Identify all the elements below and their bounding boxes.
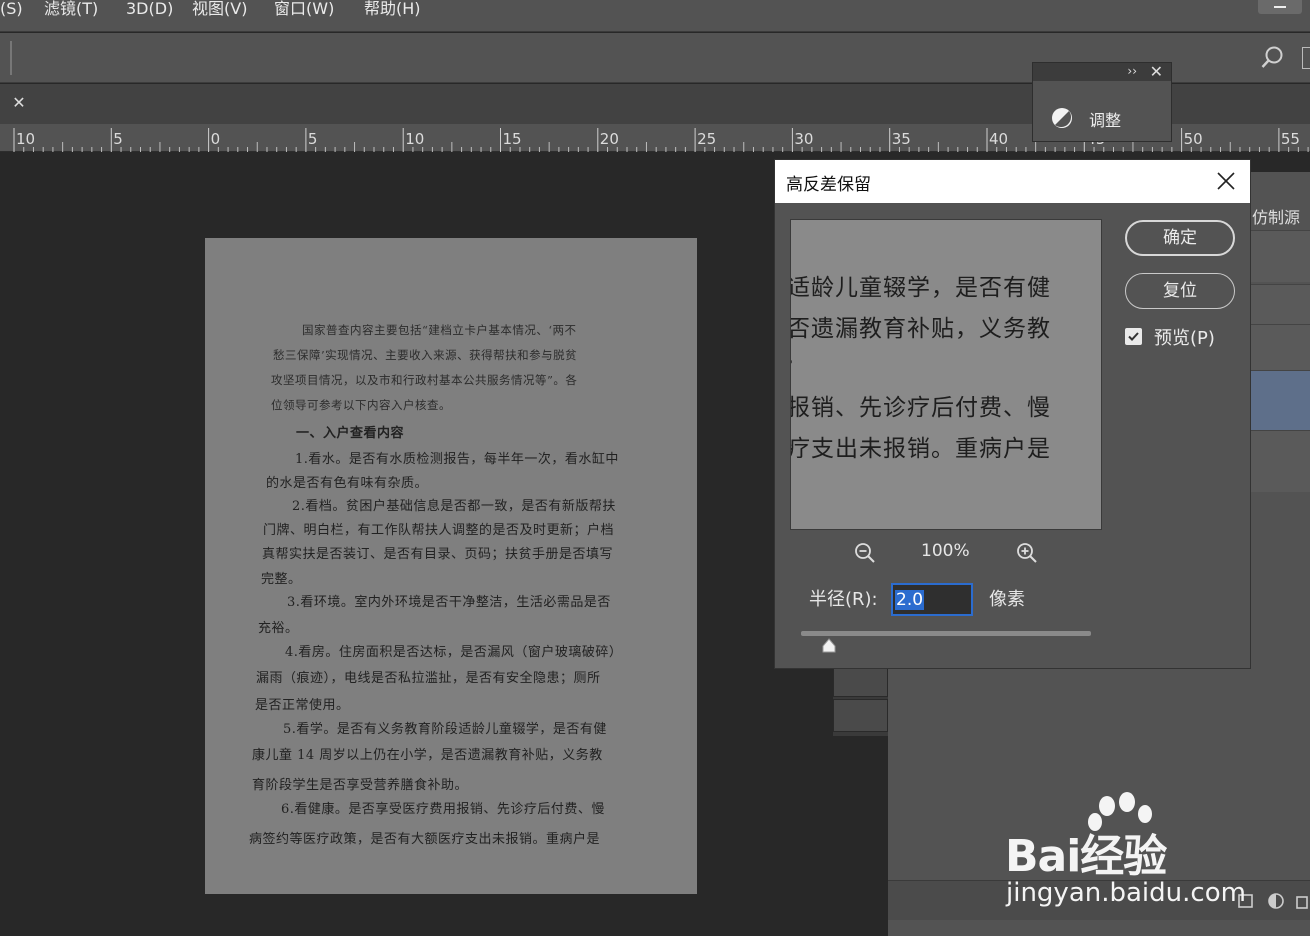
ruler-label: 50 bbox=[1184, 130, 1203, 148]
doc-line: 位领导可参考以下内容入户核查。 bbox=[271, 398, 451, 412]
doc-line: 门牌、明白栏，有工作队帮扶人调整的是否及时更新；户档 bbox=[263, 523, 615, 538]
preview-line: 否遗漏教育补贴，义务教 bbox=[790, 316, 1051, 342]
preview-line: 报销、先诊疗后付费、慢 bbox=[790, 395, 1051, 421]
panel-titlebar[interactable]: ›› ✕ bbox=[1033, 62, 1171, 81]
menu-3d[interactable]: 3D(D) bbox=[126, 0, 173, 18]
doc-line: 是否正常使用。 bbox=[255, 698, 350, 713]
ok-button[interactable]: 确定 bbox=[1125, 220, 1235, 256]
options-grip[interactable] bbox=[10, 41, 12, 75]
ruler-label: 15 bbox=[503, 130, 522, 148]
menu-bar: (S) 滤镜(T) 3D(D) 视图(V) 窗口(W) 帮助(H) bbox=[0, 0, 1310, 32]
radius-value: 2.0 bbox=[895, 590, 925, 610]
ruler-label: 30 bbox=[794, 130, 813, 148]
menu-help[interactable]: 帮助(H) bbox=[364, 0, 421, 18]
menu-select[interactable]: (S) bbox=[0, 0, 23, 18]
preview-line: 适龄儿童辍学，是否有健 bbox=[790, 275, 1051, 301]
zoom-percent: 100% bbox=[921, 541, 970, 561]
panel-row[interactable] bbox=[1250, 324, 1310, 370]
adjustments-label[interactable]: 调整 bbox=[1089, 107, 1121, 131]
dialog-title: 高反差保留 bbox=[786, 175, 871, 195]
panel-row[interactable] bbox=[1250, 230, 1310, 282]
radius-slider[interactable] bbox=[801, 631, 1091, 636]
search-icon[interactable] bbox=[1260, 45, 1286, 71]
doc-heading: 一、入户查看内容 bbox=[296, 426, 405, 441]
ruler-label: 20 bbox=[600, 130, 619, 148]
ruler-label: 0 bbox=[211, 130, 221, 148]
clone-source-tab[interactable]: 仿制源 bbox=[1252, 204, 1300, 228]
close-icon[interactable] bbox=[1215, 170, 1237, 192]
doc-line: 5.看学。是否有义务教育阶段适龄儿童辍学，是否有健 bbox=[283, 722, 607, 737]
adjustment-icon[interactable] bbox=[1051, 107, 1073, 129]
zoom-in-icon[interactable] bbox=[1015, 541, 1039, 565]
preview-label[interactable]: 预览(P) bbox=[1154, 324, 1215, 350]
ruler-label: 35 bbox=[892, 130, 911, 148]
zoom-out-icon[interactable] bbox=[853, 541, 877, 565]
radius-label: 半径(R): bbox=[809, 589, 878, 610]
document-page[interactable]: 国家普查内容主要包括“建档立卡户基本情况、‘两不 愁三保障’实现情况、主要收入来… bbox=[205, 238, 697, 894]
doc-line: 攻坚项目情况，以及市和行政村基本公共服务情况等”。各 bbox=[271, 373, 578, 387]
doc-line: 愁三保障’实现情况、主要收入来源、获得帮扶和参与脱贫 bbox=[273, 348, 578, 362]
preview-line: 疗支出未报销。重病户是 bbox=[790, 436, 1051, 462]
panel-row[interactable] bbox=[1250, 284, 1310, 324]
panel-stack-item[interactable] bbox=[833, 699, 888, 732]
slider-thumb[interactable] bbox=[821, 638, 837, 653]
filter-preview[interactable]: 适龄儿童辍学，是否有健 否遗漏教育补贴，义务教 。 报销、先诊疗后付费、慢 疗支… bbox=[790, 219, 1102, 530]
ruler-label: 40 bbox=[989, 130, 1008, 148]
doc-line: 1.看水。是否有水质检测报告，每半年一次，看水缸中 bbox=[295, 452, 619, 467]
doc-line: 病签约等医疗政策，是否有大额医疗支出未报销。重病户是 bbox=[249, 832, 601, 847]
menu-view[interactable]: 视图(V) bbox=[192, 0, 247, 18]
panel-row-selected[interactable] bbox=[1250, 370, 1310, 430]
ruler-label: 10 bbox=[16, 130, 35, 148]
radius-input[interactable]: 2.0 bbox=[891, 583, 973, 616]
dialog-titlebar[interactable]: 高反差保留 bbox=[775, 160, 1250, 203]
ruler-label: 55 bbox=[1281, 130, 1300, 148]
baidu-watermark: Bai经验 jingyan.baidu.com bbox=[1005, 792, 1246, 912]
delete-icon[interactable] bbox=[1292, 891, 1310, 911]
doc-line: 3.看环境。室内外环境是否干净整洁，生活必需品是否 bbox=[287, 595, 611, 610]
workspace-switcher[interactable] bbox=[1302, 47, 1310, 69]
menu-window[interactable]: 窗口(W) bbox=[274, 0, 334, 18]
radius-unit: 像素 bbox=[989, 589, 1025, 610]
watermark-url: jingyan.baidu.com bbox=[1006, 878, 1246, 908]
watermark-brand: Bai经验 bbox=[1005, 831, 1167, 882]
panel-stack bbox=[833, 664, 888, 736]
adjustment-icon[interactable] bbox=[1266, 891, 1286, 911]
close-icon[interactable]: ✕ bbox=[1150, 62, 1163, 81]
checkmark-icon bbox=[1128, 332, 1139, 341]
ruler-label: 10 bbox=[405, 130, 424, 148]
preview-line: 。 bbox=[791, 348, 802, 368]
doc-line: 育阶段学生是否享受营养膳食补助。 bbox=[252, 778, 469, 793]
doc-line: 漏雨（痕迹），电线是否私拉滥扯，是否有安全隐患；厕所 bbox=[256, 671, 601, 686]
doc-line: 4.看房。住房面积是否达标，是否漏风（窗户玻璃破碎） bbox=[285, 645, 623, 660]
ruler-label: 5 bbox=[308, 130, 318, 148]
doc-line: 国家普查内容主要包括“建档立卡户基本情况、‘两不 bbox=[302, 323, 577, 337]
ruler-label: 5 bbox=[113, 130, 123, 148]
high-pass-dialog: 高反差保留 适龄儿童辍学，是否有健 否遗漏教育补贴，义务教 。 报销、先诊疗后付… bbox=[774, 159, 1251, 669]
doc-line: 康儿童 14 周岁以上仍在小学，是否遗漏教育补贴，义务教 bbox=[252, 748, 603, 763]
adjustments-panel[interactable]: ›› ✕ 调整 bbox=[1032, 62, 1172, 142]
menu-filter[interactable]: 滤镜(T) bbox=[44, 0, 98, 18]
doc-line: 充裕。 bbox=[258, 621, 299, 636]
doc-line: 真帮实扶是否装订、是否有目录、页码；扶贫手册是否填写 bbox=[262, 547, 614, 562]
close-icon[interactable]: ✕ bbox=[8, 92, 30, 114]
panel-row[interactable] bbox=[1250, 430, 1310, 492]
preview-checkbox[interactable] bbox=[1125, 328, 1142, 345]
ruler-label: 25 bbox=[697, 130, 716, 148]
doc-line: 2.看档。贫困户基础信息是否都一致，是否有新版帮扶 bbox=[292, 499, 616, 514]
collapse-icon[interactable]: ›› bbox=[1127, 64, 1137, 78]
minimize-button[interactable] bbox=[1258, 0, 1302, 14]
reset-button[interactable]: 复位 bbox=[1125, 273, 1235, 309]
doc-line: 完整。 bbox=[261, 572, 302, 587]
doc-line: 的水是否有色有味有杂质。 bbox=[266, 476, 429, 491]
doc-line: 6.看健康。是否享受医疗费用报销、先诊疗后付费、慢 bbox=[281, 802, 605, 817]
